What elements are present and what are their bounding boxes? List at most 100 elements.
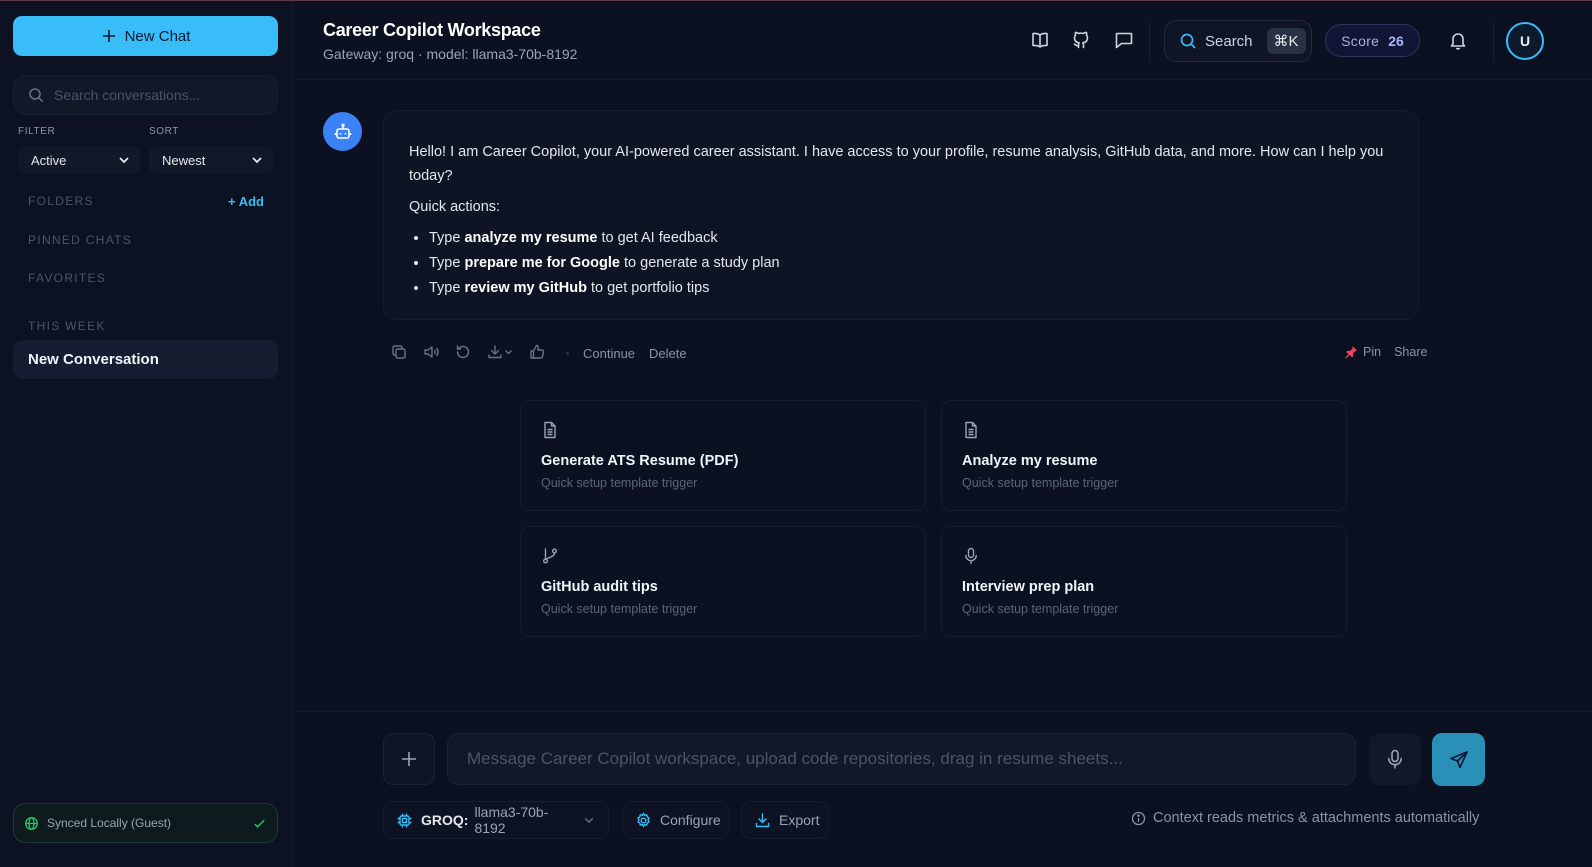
chevron-down-icon	[584, 817, 594, 823]
configure-label: Configure	[660, 812, 721, 828]
favorites-heading: FAVORITES	[28, 271, 107, 285]
sort-select[interactable]: Newest	[149, 147, 273, 173]
score-label: Score	[1341, 32, 1380, 49]
sort-select-value: Newest	[162, 152, 206, 168]
model-value: llama3-70b-8192	[474, 804, 549, 836]
voice-input-button[interactable]	[1369, 733, 1421, 785]
pin-icon	[1345, 346, 1357, 359]
user-avatar[interactable]: U	[1506, 22, 1544, 60]
top-header: Career Copilot Workspace Gateway: groq ·…	[294, 1, 1592, 80]
delete-button[interactable]: Delete	[649, 346, 687, 361]
global-search-button[interactable]: Search ⌘K	[1164, 20, 1312, 62]
plus-icon	[102, 30, 115, 42]
github-icon[interactable]	[1070, 29, 1092, 51]
card-title: GitHub audit tips	[541, 579, 658, 595]
model-selector[interactable]: GROQ: llama3-70b-8192	[383, 801, 609, 839]
sync-status: Synced Locally (Guest)	[13, 803, 278, 843]
divider-dot	[566, 351, 569, 355]
search-icon	[29, 88, 44, 103]
export-label: Export	[779, 812, 820, 828]
continue-button[interactable]: Continue	[583, 346, 635, 361]
list-item: Type analyze my resume to get AI feedbac…	[429, 226, 1393, 251]
conversation-item[interactable]: New Conversation	[13, 340, 278, 379]
download-icon[interactable]	[486, 343, 516, 363]
sort-label: SORT	[149, 126, 179, 137]
add-folder-button[interactable]: + Add	[228, 194, 264, 209]
card-title: Analyze my resume	[962, 453, 1098, 469]
pinned-chats-heading: PINNED CHATS	[28, 233, 133, 247]
page-title: Career Copilot Workspace	[323, 20, 541, 40]
download-icon	[755, 812, 770, 827]
search-label: Search	[1205, 32, 1253, 50]
list-item: Type review my GitHub to get portfolio t…	[429, 276, 1393, 301]
context-hint: Context reads metrics & attachments auto…	[1131, 810, 1479, 826]
quick-actions-label: Quick actions:	[409, 199, 501, 215]
git-branch-icon	[543, 548, 557, 564]
template-card-generate-ats-resume[interactable]: Generate ATS Resume (PDF) Quick setup te…	[520, 400, 926, 511]
context-hint-text: Context reads metrics & attachments auto…	[1153, 810, 1480, 826]
sync-status-text: Synced Locally (Guest)	[47, 816, 172, 830]
globe-icon	[25, 816, 38, 830]
thumbs-up-icon[interactable]	[528, 343, 548, 363]
composer-divider	[294, 711, 1592, 712]
configure-button[interactable]: Configure	[622, 801, 730, 839]
assistant-message: Hello! I am Career Copilot, your AI-powe…	[383, 110, 1419, 320]
template-card-github-audit[interactable]: GitHub audit tips Quick setup template t…	[520, 526, 926, 637]
filter-select[interactable]: Active	[18, 147, 140, 173]
score-badge[interactable]: Score 26	[1325, 24, 1420, 57]
new-chat-button[interactable]: New Chat	[13, 16, 278, 56]
card-subtitle: Quick setup template trigger	[962, 476, 1119, 490]
export-button[interactable]: Export	[741, 801, 829, 839]
chevron-down-icon	[252, 157, 262, 164]
chat-bubble-icon[interactable]	[1113, 29, 1135, 51]
send-icon	[1449, 750, 1468, 768]
card-subtitle: Quick setup template trigger	[541, 476, 698, 490]
filter-label: FILTER	[18, 126, 56, 137]
conversation-search[interactable]	[13, 75, 278, 115]
copy-icon[interactable]	[390, 343, 410, 363]
template-card-interview-prep[interactable]: Interview prep plan Quick setup template…	[941, 526, 1347, 637]
send-button[interactable]	[1432, 733, 1485, 786]
card-subtitle: Quick setup template trigger	[962, 602, 1119, 616]
info-icon	[1131, 811, 1146, 825]
message-input[interactable]	[447, 733, 1356, 785]
gear-icon	[637, 811, 650, 828]
search-icon	[1180, 33, 1196, 49]
message-actions: Continue Delete	[390, 343, 701, 363]
card-title: Generate ATS Resume (PDF)	[541, 453, 739, 469]
filter-select-value: Active	[31, 152, 67, 168]
score-value: 26	[1388, 32, 1404, 49]
book-icon[interactable]	[1029, 29, 1051, 51]
folders-heading: FOLDERS	[28, 194, 94, 208]
speaker-icon[interactable]	[422, 343, 442, 363]
chip-icon	[397, 813, 412, 827]
share-button[interactable]: Share	[1394, 345, 1427, 359]
check-icon	[254, 819, 265, 828]
quick-actions-list: Type analyze my resume to get AI feedbac…	[409, 226, 1393, 301]
microphone-icon	[965, 547, 977, 565]
bell-icon[interactable]	[1447, 29, 1469, 51]
keyboard-shortcut: ⌘K	[1266, 28, 1306, 54]
header-divider	[1493, 21, 1494, 61]
document-icon	[965, 421, 977, 439]
new-chat-label: New Chat	[124, 27, 191, 45]
document-icon	[544, 421, 556, 439]
card-subtitle: Quick setup template trigger	[541, 602, 698, 616]
this-week-heading: THIS WEEK	[28, 319, 106, 333]
attach-button[interactable]	[383, 733, 435, 785]
provider-label: GROQ:	[421, 812, 469, 828]
regenerate-icon[interactable]	[454, 343, 474, 363]
chevron-down-icon	[119, 157, 129, 164]
gateway-model-info: Gateway: groq · model: llama3-70b-8192	[323, 46, 578, 62]
list-item: Type prepare me for Google to generate a…	[429, 251, 1393, 276]
plus-icon	[402, 752, 416, 766]
conversation-search-input[interactable]	[54, 87, 264, 103]
conversation-title: New Conversation	[28, 351, 159, 368]
bot-avatar	[323, 112, 362, 151]
header-divider	[1149, 21, 1150, 61]
pin-button[interactable]: Pin	[1363, 345, 1381, 359]
microphone-icon	[1388, 749, 1402, 769]
sidebar: New Chat FILTER SORT Active Newest FOLDE…	[0, 1, 293, 867]
template-card-analyze-resume[interactable]: Analyze my resume Quick setup template t…	[941, 400, 1347, 511]
card-title: Interview prep plan	[962, 579, 1095, 595]
